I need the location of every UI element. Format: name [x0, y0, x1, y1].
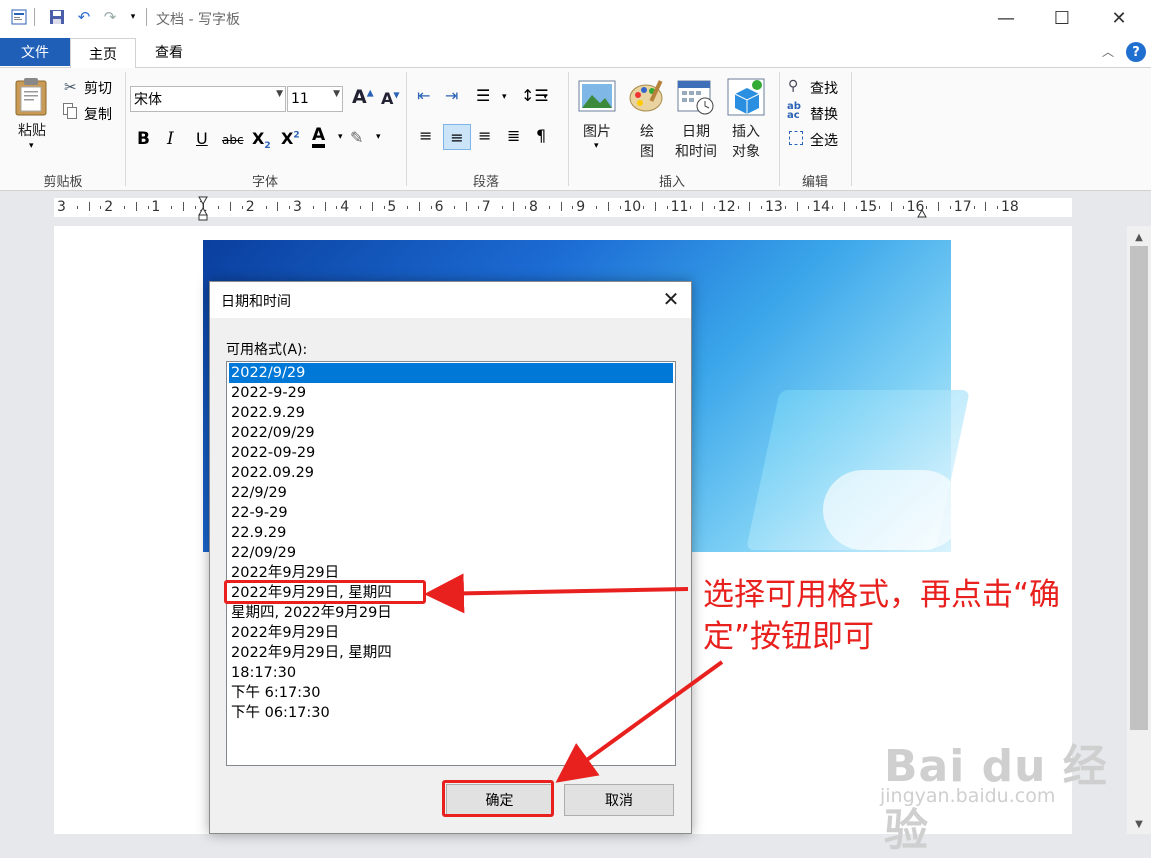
annotation-arrows: [424, 573, 724, 783]
annotation-text-line1: 选择可用格式，再点击“确: [703, 577, 1061, 613]
watermark-url: jingyan.baidu.com: [880, 785, 1056, 807]
tab-home[interactable]: 主页: [70, 38, 136, 68]
annotation-text-line2: 定”按钮即可: [703, 619, 875, 655]
arrow-to-format: [424, 573, 689, 614]
arrow-to-ok: [555, 660, 724, 783]
